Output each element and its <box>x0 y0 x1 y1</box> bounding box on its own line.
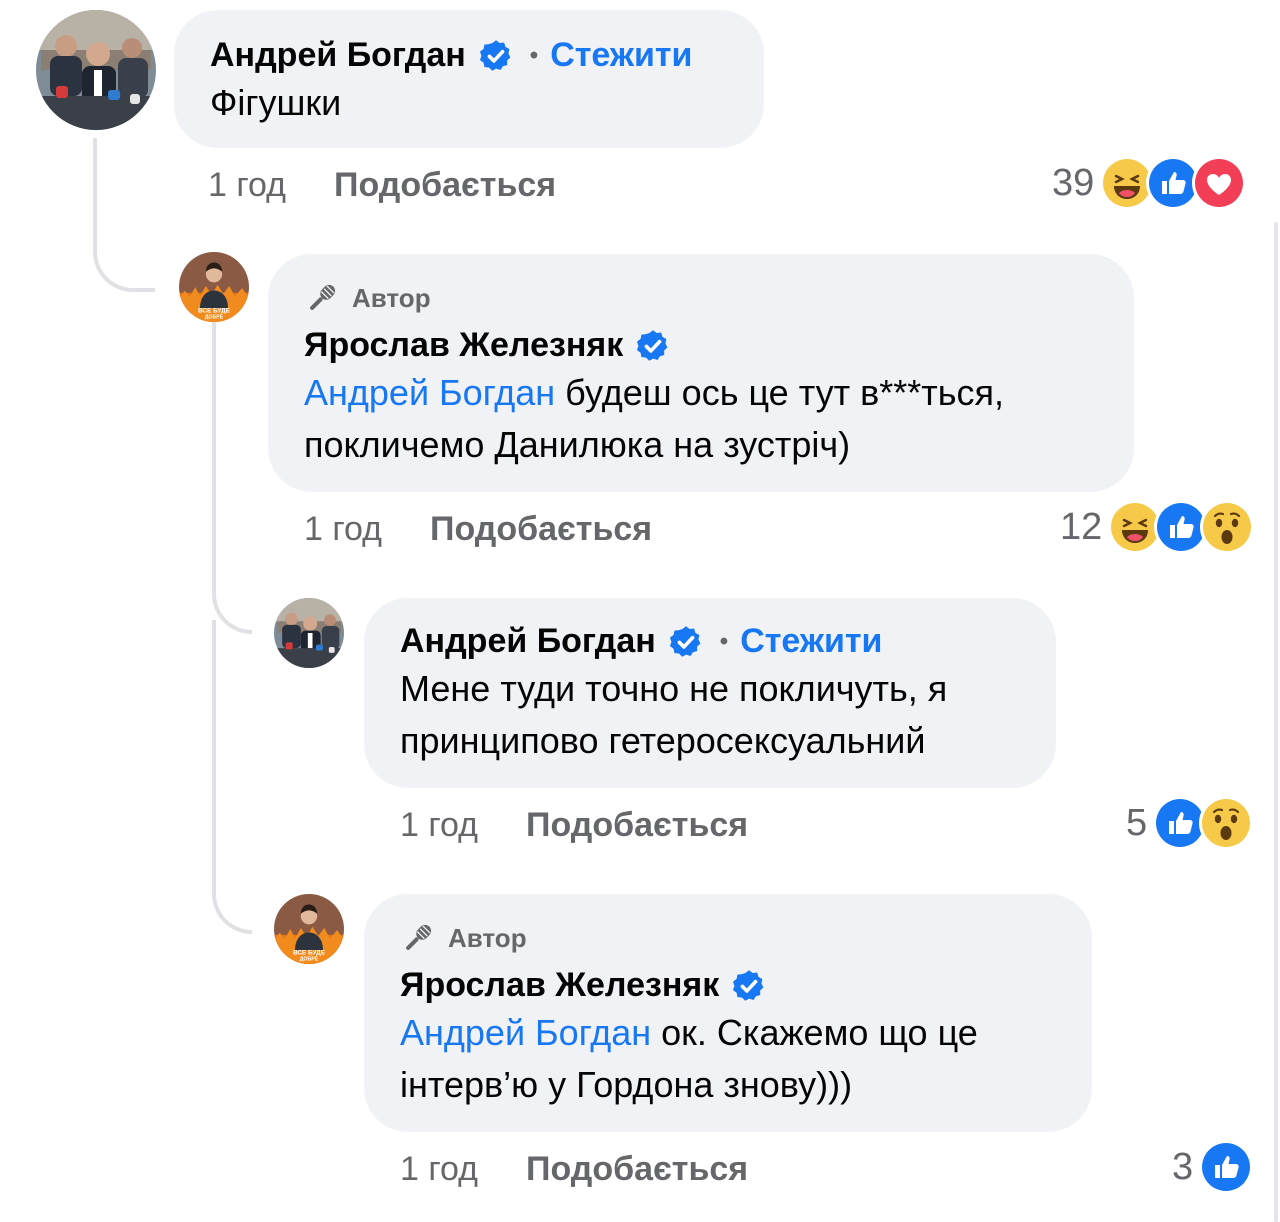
thread-line-reply-2 <box>212 620 252 934</box>
separator-dot: • <box>529 41 539 69</box>
comment-header: Андрей Богдан • Стежити <box>400 622 1020 661</box>
wow-icon <box>1199 796 1254 850</box>
comment-actions: 1 год Подобається <box>400 1150 748 1189</box>
comment-bubble: Андрей Богдан • Стежити Мене туди точно … <box>364 598 1056 788</box>
verified-icon <box>478 38 514 74</box>
reaction-count: 5 <box>1126 801 1148 844</box>
comment-bubble: Автор Ярослав Железняк Андрей Богдан буд… <box>268 254 1134 492</box>
author-name[interactable]: Ярослав Железняк <box>400 966 719 1005</box>
comment-bubble: Андрей Богдан • Стежити Фігушки <box>174 10 764 148</box>
avatar-yaroslav-zhelezniak[interactable] <box>274 894 344 964</box>
separator-dot: • <box>719 627 729 655</box>
comment-header: Ярослав Железняк <box>400 966 1056 1005</box>
comment-actions: 1 год Подобається <box>304 510 652 549</box>
avatar-yaroslav-zhelezniak[interactable] <box>179 252 249 322</box>
comment-bubble: Автор Ярослав Железняк Андрей Богдан ок.… <box>364 894 1092 1132</box>
mention-link[interactable]: Андрей Богдан <box>400 1012 651 1053</box>
thread-line-reply-1 <box>212 322 252 634</box>
timestamp[interactable]: 1 год <box>304 510 382 549</box>
verified-icon <box>635 328 671 364</box>
reaction-summary[interactable]: 5 <box>1126 796 1254 850</box>
author-badge: Автор <box>400 920 1056 956</box>
verified-icon <box>731 968 767 1004</box>
author-name[interactable]: Ярослав Железняк <box>304 326 623 365</box>
comment-actions: 1 год Подобається <box>208 166 556 205</box>
comment-text-line: покличемо Данилюка на зустріч) <box>304 424 851 465</box>
wow-icon <box>1200 500 1255 554</box>
like-button[interactable]: Подобається <box>334 166 556 205</box>
like-button[interactable]: Подобається <box>430 510 652 549</box>
comment-text: Фігушки <box>210 82 342 123</box>
like-icon <box>1199 1140 1254 1194</box>
reaction-summary[interactable]: 39 <box>1052 156 1247 210</box>
thread-line-main <box>93 138 155 292</box>
follow-button[interactable]: Стежити <box>550 36 692 75</box>
reaction-summary[interactable]: 3 <box>1172 1140 1254 1194</box>
avatar-andrei-bogdan[interactable] <box>274 598 344 668</box>
microphone-icon <box>304 280 340 316</box>
avatar-andrei-bogdan[interactable] <box>36 10 156 130</box>
love-icon <box>1192 156 1247 210</box>
comment-text-line: інтерв’ю у Гордона знову))) <box>400 1064 853 1105</box>
mention-link[interactable]: Андрей Богдан <box>304 372 555 413</box>
author-badge-label: Автор <box>448 922 527 953</box>
reaction-summary[interactable]: 12 <box>1060 500 1255 554</box>
reaction-count: 12 <box>1060 505 1103 548</box>
author-badge: Автор <box>304 280 1098 316</box>
timestamp[interactable]: 1 год <box>400 1150 478 1189</box>
scrollbar[interactable] <box>1274 222 1278 1222</box>
microphone-icon <box>400 920 436 956</box>
follow-button[interactable]: Стежити <box>740 622 882 661</box>
timestamp[interactable]: 1 год <box>400 806 478 845</box>
reaction-count: 3 <box>1172 1145 1194 1188</box>
comment-text-line: Мене туди точно не покличуть, я <box>400 668 948 709</box>
comment-header: Андрей Богдан • Стежити <box>210 36 728 75</box>
author-badge-label: Автор <box>352 282 431 313</box>
like-button[interactable]: Подобається <box>526 1150 748 1189</box>
comment-actions: 1 год Подобається <box>400 806 748 845</box>
comment-text-line: будеш ось це тут в***ться, <box>555 372 1004 413</box>
verified-icon <box>668 624 704 660</box>
timestamp[interactable]: 1 год <box>208 166 286 205</box>
comment-text-line: принципово гетеросексуальний <box>400 720 926 761</box>
like-button[interactable]: Подобається <box>526 806 748 845</box>
author-name[interactable]: Андрей Богдан <box>210 36 466 75</box>
comment-text: Мене туди точно не покличуть, я принципо… <box>400 663 1020 767</box>
reaction-count: 39 <box>1052 161 1095 204</box>
comment-text: Андрей Богдан будеш ось це тут в***ться,… <box>304 367 1098 471</box>
comment-header: Ярослав Железняк <box>304 326 1098 365</box>
comment-text: Андрей Богдан ок. Скажемо що це інтерв’ю… <box>400 1007 1056 1111</box>
comment-text-line: ок. Скажемо що це <box>651 1012 978 1053</box>
author-name[interactable]: Андрей Богдан <box>400 622 656 661</box>
